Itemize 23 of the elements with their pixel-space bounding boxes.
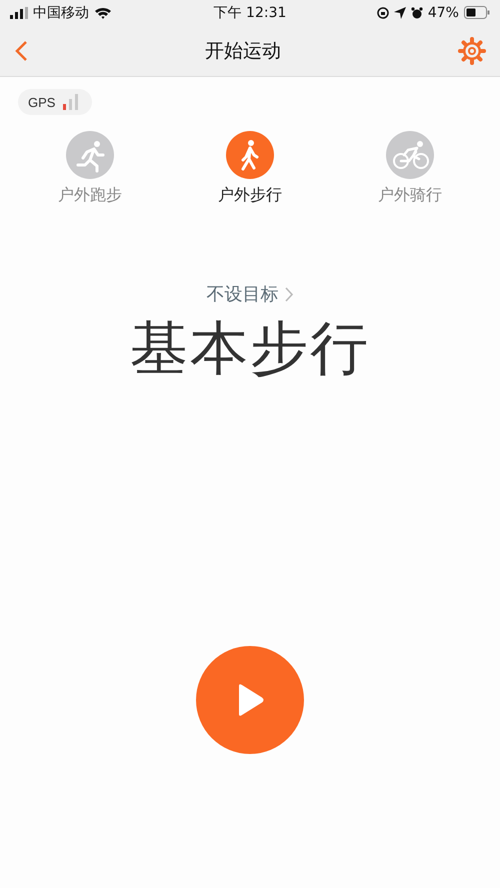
- sport-mode-tab[interactable]: 户外骑行: [330, 131, 490, 206]
- cyclist-icon: [386, 131, 434, 179]
- alarm-clock-icon: [410, 6, 423, 18]
- chevron-right-icon: [284, 286, 294, 302]
- battery-percentage: 47%: [428, 4, 459, 20]
- settings-icon[interactable]: [458, 36, 486, 64]
- clock-time: 下午 12:31: [214, 4, 286, 22]
- rotation-lock-icon: [376, 6, 389, 18]
- walker-icon: [226, 131, 274, 179]
- runner-icon: [66, 131, 114, 179]
- gps-signal-icon: [63, 94, 78, 110]
- wifi-icon: [94, 6, 112, 19]
- page-title: 开始运动: [205, 38, 281, 64]
- sport-mode-tab[interactable]: 户外步行: [170, 131, 330, 206]
- back-icon[interactable]: [14, 40, 28, 62]
- workout-title: 基本步行: [130, 313, 370, 384]
- goal-selector[interactable]: 不设目标: [206, 282, 294, 306]
- cellular-signal-icon: [10, 6, 28, 18]
- carrier-name: 中国移动: [33, 4, 89, 22]
- location-arrow-icon: [394, 6, 406, 18]
- gps-label: GPS: [28, 94, 56, 110]
- battery-icon: [464, 6, 490, 19]
- sport-mode-tab[interactable]: 户外跑步: [10, 131, 170, 206]
